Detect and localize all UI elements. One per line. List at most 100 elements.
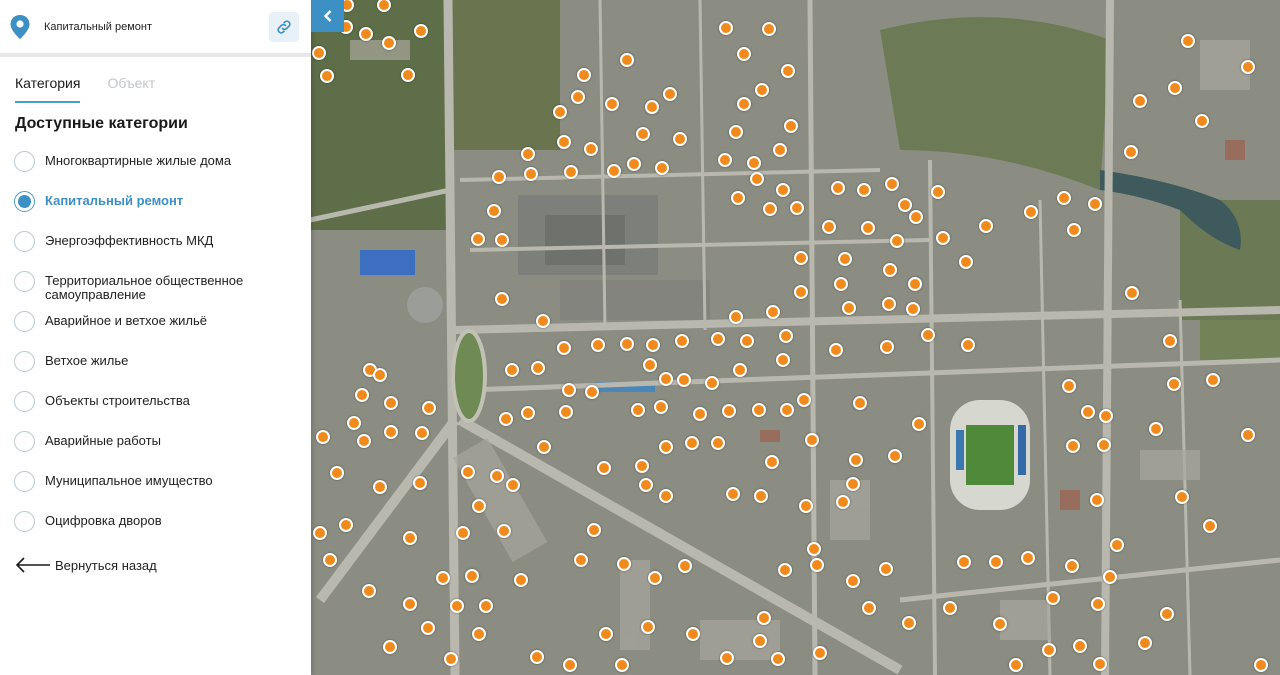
map-marker[interactable] <box>705 376 719 390</box>
map-marker[interactable] <box>780 403 794 417</box>
map-marker[interactable] <box>936 231 950 245</box>
map-marker[interactable] <box>401 68 415 82</box>
map-marker[interactable] <box>729 125 743 139</box>
map-marker[interactable] <box>711 332 725 346</box>
map-marker[interactable] <box>685 436 699 450</box>
map-marker[interactable] <box>536 314 550 328</box>
map-marker[interactable] <box>415 426 429 440</box>
map-marker[interactable] <box>461 465 475 479</box>
map-marker[interactable] <box>1073 639 1087 653</box>
map-marker[interactable] <box>912 417 926 431</box>
map-marker[interactable] <box>711 436 725 450</box>
map-marker[interactable] <box>514 573 528 587</box>
map-marker[interactable] <box>524 167 538 181</box>
map-marker[interactable] <box>521 406 535 420</box>
map-marker[interactable] <box>584 142 598 156</box>
map-marker[interactable] <box>1009 658 1023 672</box>
map-marker[interactable] <box>862 601 876 615</box>
map-marker[interactable] <box>1175 490 1189 504</box>
map-marker[interactable] <box>373 480 387 494</box>
map-marker[interactable] <box>313 526 327 540</box>
map-marker[interactable] <box>641 620 655 634</box>
map-marker[interactable] <box>597 461 611 475</box>
category-item-emergency-works[interactable]: Аварийные работы <box>14 431 311 471</box>
map-marker[interactable] <box>521 147 535 161</box>
category-radio[interactable] <box>14 511 35 532</box>
map-marker[interactable] <box>471 232 485 246</box>
map-marker[interactable] <box>1254 658 1268 672</box>
map-marker[interactable] <box>553 105 567 119</box>
tab-object[interactable]: Объект <box>107 75 155 103</box>
map-marker[interactable] <box>842 301 856 315</box>
map-marker[interactable] <box>627 157 641 171</box>
tab-category[interactable]: Категория <box>15 75 81 103</box>
map-marker[interactable] <box>880 340 894 354</box>
map-marker[interactable] <box>472 627 486 641</box>
map-marker[interactable] <box>762 22 776 36</box>
map-marker[interactable] <box>882 297 896 311</box>
map-marker[interactable] <box>492 170 506 184</box>
map-marker[interactable] <box>495 292 509 306</box>
map-marker[interactable] <box>320 69 334 83</box>
map-marker[interactable] <box>490 469 504 483</box>
map-marker[interactable] <box>957 555 971 569</box>
map-marker[interactable] <box>718 153 732 167</box>
map-marker[interactable] <box>557 135 571 149</box>
category-item-capital-repair[interactable]: Капитальный ремонт <box>14 191 311 231</box>
map-marker[interactable] <box>740 334 754 348</box>
map-marker[interactable] <box>1241 428 1255 442</box>
map-marker[interactable] <box>1206 373 1220 387</box>
map-marker[interactable] <box>599 627 613 641</box>
map-marker[interactable] <box>838 252 852 266</box>
back-link[interactable]: Вернуться назад <box>0 557 311 573</box>
map-marker[interactable] <box>1241 60 1255 74</box>
map-marker[interactable] <box>323 553 337 567</box>
map-marker[interactable] <box>403 597 417 611</box>
category-item-tos[interactable]: Территориальное общественное самоуправле… <box>14 271 311 311</box>
map-marker[interactable] <box>577 68 591 82</box>
map-marker[interactable] <box>979 219 993 233</box>
map-marker[interactable] <box>639 478 653 492</box>
map-marker[interactable] <box>846 477 860 491</box>
map-marker[interactable] <box>636 127 650 141</box>
map-marker[interactable] <box>747 156 761 170</box>
map-marker[interactable] <box>737 47 751 61</box>
map-marker[interactable] <box>414 24 428 38</box>
map-marker[interactable] <box>330 466 344 480</box>
map-marker[interactable] <box>883 263 897 277</box>
map-marker[interactable] <box>495 233 509 247</box>
map-marker[interactable] <box>605 97 619 111</box>
map-marker[interactable] <box>659 372 673 386</box>
map-marker[interactable] <box>497 524 511 538</box>
category-radio[interactable] <box>14 191 35 212</box>
map-marker[interactable] <box>677 373 691 387</box>
map-marker[interactable] <box>373 368 387 382</box>
map-marker[interactable] <box>879 562 893 576</box>
category-radio[interactable] <box>14 391 35 412</box>
category-radio[interactable] <box>14 311 35 332</box>
map-marker[interactable] <box>908 277 922 291</box>
map-marker[interactable] <box>797 393 811 407</box>
map-marker[interactable] <box>436 571 450 585</box>
map-marker[interactable] <box>784 119 798 133</box>
map-marker[interactable] <box>750 172 764 186</box>
map-marker[interactable] <box>646 338 660 352</box>
map-marker[interactable] <box>829 343 843 357</box>
map-marker[interactable] <box>339 518 353 532</box>
map-marker[interactable] <box>617 557 631 571</box>
map-marker[interactable] <box>834 277 848 291</box>
collapse-panel-button[interactable] <box>311 0 344 32</box>
map-marker[interactable] <box>659 440 673 454</box>
map-marker[interactable] <box>771 652 785 666</box>
map-marker[interactable] <box>1066 439 1080 453</box>
map-marker[interactable] <box>487 204 501 218</box>
map-marker[interactable] <box>505 363 519 377</box>
category-radio[interactable] <box>14 231 35 252</box>
map-marker[interactable] <box>643 358 657 372</box>
map-marker[interactable] <box>1067 223 1081 237</box>
category-radio[interactable] <box>14 351 35 372</box>
share-link-button[interactable] <box>269 11 299 42</box>
category-radio[interactable] <box>14 431 35 452</box>
map-marker[interactable] <box>557 341 571 355</box>
map-marker[interactable] <box>620 53 634 67</box>
